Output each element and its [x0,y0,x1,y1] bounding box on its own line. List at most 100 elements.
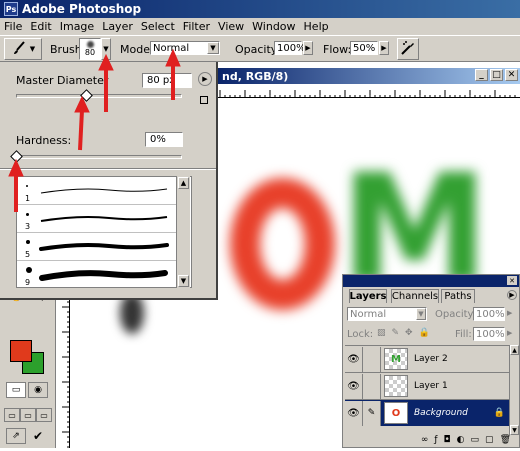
ruler-ticks [219,90,516,98]
link-slot[interactable] [363,346,381,372]
screen-mode-full[interactable]: ▭ [36,408,52,422]
hardness-slider[interactable] [16,155,182,159]
foreground-color-swatch-top[interactable] [10,340,32,362]
vertical-ruler [56,280,70,448]
tab-channels[interactable]: Channels [391,289,439,303]
eye-icon[interactable]: 👁 [345,400,363,426]
link-slot[interactable] [363,373,381,399]
layer-row-selected[interactable]: 👁 ✎ O Background 🔒 [345,399,509,426]
brush-stroke-preview [40,188,168,194]
canvas-letter-o [230,178,335,310]
eye-icon[interactable]: 👁 [345,373,363,399]
chevron-right-icon[interactable]: ▶ [507,329,512,337]
eye-icon[interactable]: 👁 [345,346,363,372]
brush-preset-list: 1 3 5 9 [16,176,192,288]
brush-picker[interactable]: 80 [79,38,101,60]
blend-mode-select[interactable]: Normal ▼ [347,307,427,321]
document-title: nd, RGB/8) [222,69,289,83]
chevron-right-icon: ▶ [381,44,387,52]
tool-preset-picker[interactable]: ▼ [4,38,42,60]
quick-mask-icon: ◉ [34,385,42,395]
layer-row[interactable]: 👁 M Layer 2 [345,345,509,372]
resize-handle-icon[interactable] [200,96,208,104]
flow-label: Flow: [323,43,352,56]
layer-style-icon[interactable]: ƒ [434,435,437,445]
fill-field[interactable]: 100% [473,327,505,341]
chevron-down-icon: ▼ [29,45,36,53]
flow-field[interactable]: 50% [350,41,378,55]
scroll-up-icon[interactable]: ▲ [178,177,189,189]
maximize-button[interactable]: □ [490,69,503,81]
brush-preset-size: 9 [25,278,31,287]
brush-preset-item[interactable]: 9 [17,261,177,287]
brush-tip-icon [86,41,94,48]
trash-icon[interactable]: 🗑 [500,435,511,445]
fill-label: Fill: [455,329,472,340]
screen-mode-icon: ▭ [24,410,32,420]
brush-tip-icon [26,240,30,244]
new-layer-icon[interactable]: ▢ [485,435,494,445]
menu-edit[interactable]: Edit [26,20,55,33]
brush-preset-scrollbar[interactable]: ▲ ▼ [176,176,190,288]
check-button[interactable]: ✔ [28,428,48,444]
brush-icon[interactable]: ✎ [363,400,381,426]
ruler-ticks [62,281,70,448]
opacity-value: 100% [277,42,306,54]
quick-mask-button[interactable]: ◉ [28,382,48,398]
screen-mode-standard[interactable]: ▭ [4,408,20,422]
close-button[interactable]: ✕ [505,69,518,81]
lock-options-icon[interactable]: ▨✎✥🔒 [377,328,436,338]
menu-window[interactable]: Window [248,20,299,33]
scroll-down-icon[interactable]: ▼ [178,275,189,287]
master-diameter-label: Master Diameter [16,74,109,87]
hardness-field[interactable]: 0% [145,132,183,147]
brush-preset-item[interactable]: 3 [17,205,177,233]
menu-layer[interactable]: Layer [98,20,137,33]
mode-select[interactable]: Normal ▼ [150,41,220,55]
canvas-letter-m: M [340,143,490,317]
new-group-icon[interactable]: ▭ [471,435,480,445]
popup-menu-button[interactable]: ▶ [198,72,212,86]
layer-name: Background [414,408,468,418]
master-diameter-value: 80 px [147,75,176,86]
menu-help[interactable]: Help [300,20,333,33]
panel-menu-icon[interactable]: ▶ [507,290,517,300]
master-diameter-slider[interactable] [16,94,182,98]
menu-select[interactable]: Select [137,20,179,33]
opacity-field[interactable]: 100% [274,41,306,55]
jump-to-icon: ⇗ [12,431,20,441]
menu-file[interactable]: File [0,20,26,33]
standard-mode-button[interactable]: ▭ [6,382,26,398]
title-bar: Ps Adobe Photoshop [0,0,520,18]
screen-mode-icon: ▭ [40,410,48,420]
brush-tip-icon [26,213,29,216]
minimize-button[interactable]: _ [475,69,488,81]
scroll-up-icon[interactable]: ▲ [510,345,519,355]
opacity-slider-button[interactable]: ▶ [303,41,313,55]
layer-opacity-field[interactable]: 100% [473,307,505,321]
brush-dropdown-button[interactable]: ▼ [101,38,111,60]
panel-title-bar: ✕ [343,275,519,287]
menu-filter[interactable]: Filter [179,20,214,33]
layers-scrollbar[interactable]: ▲ ▼ [509,345,519,435]
layer-mask-icon[interactable]: ◘ [444,435,451,445]
airbrush-toggle[interactable] [397,38,419,60]
chevron-right-icon[interactable]: ▶ [507,309,512,317]
screen-mode-full-menu[interactable]: ▭ [20,408,36,422]
tab-layers[interactable]: Layers [349,289,387,303]
brush-preset-item[interactable]: 1 [17,177,177,205]
link-layers-icon[interactable]: ∞ [421,435,429,445]
adjustment-layer-icon[interactable]: ◐ [457,435,465,445]
flow-slider-button[interactable]: ▶ [379,41,389,55]
brush-preset-size: 1 [25,194,31,203]
tab-paths[interactable]: Paths [441,289,475,303]
layer-row[interactable]: 👁 Layer 1 [345,372,509,399]
brush-preset-item[interactable]: 5 [17,233,177,261]
hardness-label: Hardness: [16,134,72,147]
layer-thumbnail: O [384,402,408,424]
jump-to-button[interactable]: ⇗ [6,428,26,444]
close-icon[interactable]: ✕ [507,276,517,285]
menu-image[interactable]: Image [56,20,98,33]
menu-view[interactable]: View [214,20,248,33]
master-diameter-field[interactable]: 80 px [142,73,192,88]
